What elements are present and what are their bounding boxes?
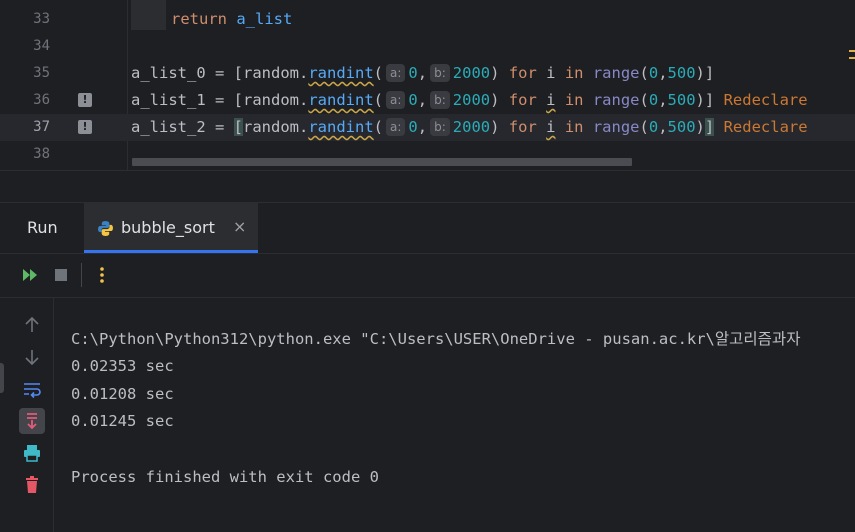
scroll-to-end-icon[interactable]	[20, 409, 44, 433]
code-text: a_list_1 = [random.randint(a: 0, b: 2000) f…	[131, 91, 808, 109]
warning-icon[interactable]: !	[78, 93, 92, 107]
left-edge-handle[interactable]	[0, 363, 4, 393]
param-hint-b: b:	[430, 118, 450, 136]
code-editor[interactable]: 33 return a_list 34 35 a_list_0 = [rando…	[0, 0, 855, 170]
line-number: 38	[33, 146, 50, 162]
code-line-37[interactable]: 37 ! a_list_2 = [random.randint(a: 0, b: 20…	[0, 114, 855, 141]
console-output-line: 0.01245 sec	[71, 412, 174, 431]
code-text: return a_list	[171, 10, 293, 28]
param-hint-a: a:	[386, 118, 406, 136]
indent-guide-block	[131, 0, 166, 30]
horizontal-scrollbar[interactable]	[132, 158, 632, 166]
run-toolbar	[0, 253, 855, 298]
code-line-36[interactable]: 36 ! a_list_1 = [random.randint(a: 0, b: 20…	[0, 87, 855, 114]
scroll-down-icon[interactable]	[20, 345, 44, 369]
run-panel-title: Run	[27, 218, 58, 237]
matched-bracket: [	[233, 118, 243, 136]
more-options-icon[interactable]	[92, 265, 112, 285]
tab-label: bubble_sort	[121, 218, 215, 237]
param-hint-b: b:	[430, 64, 450, 82]
clear-all-icon[interactable]	[20, 473, 44, 497]
tab-bubble-sort[interactable]: bubble_sort ×	[84, 203, 258, 253]
console-output-line: 0.02353 sec	[71, 357, 174, 376]
code-text: a_list_0 = [random.randint(a: 0, b: 2000) f…	[131, 64, 715, 82]
redeclare-hint[interactable]: Redeclare	[724, 118, 808, 136]
console-output[interactable]: C:\Python\Python312\python.exe "C:\Users…	[71, 298, 800, 491]
console-exit-line: Process finished with exit code 0	[71, 467, 379, 486]
soft-wrap-icon[interactable]	[20, 377, 44, 401]
param-hint-b: b:	[430, 91, 450, 109]
run-tool-window: Run bubble_sort × C:\Python\Python312\py…	[0, 202, 855, 532]
toolbar-separator	[81, 263, 82, 287]
scroll-up-icon[interactable]	[20, 313, 44, 337]
rerun-icon[interactable]	[20, 265, 40, 285]
line-number: 36	[33, 92, 50, 108]
code-line-35[interactable]: 35 a_list_0 = [random.randint(a: 0, b: 2000…	[0, 60, 855, 87]
line-number: 35	[33, 65, 50, 81]
error-stripe-marker[interactable]	[849, 50, 855, 59]
stop-icon[interactable]	[51, 265, 71, 285]
line-number: 33	[33, 11, 50, 27]
line-number: 34	[33, 38, 50, 54]
code-line-33[interactable]: 33 return a_list	[0, 0, 855, 33]
warning-icon[interactable]: !	[78, 120, 92, 134]
param-hint-a: a:	[386, 91, 406, 109]
code-text: a_list_2 = [random.randint(a: 0, b: 2000) f…	[131, 118, 808, 136]
console-command-line: C:\Python\Python312\python.exe "C:\Users…	[71, 329, 801, 348]
redeclare-hint[interactable]: Redeclare	[724, 91, 808, 109]
console-output-line: 0.01208 sec	[71, 384, 174, 403]
panel-divider[interactable]	[0, 170, 855, 203]
code-line-34[interactable]: 34	[0, 33, 855, 60]
print-icon[interactable]	[20, 441, 44, 465]
param-hint-a: a:	[386, 64, 406, 82]
run-tab-bar: Run bubble_sort ×	[0, 203, 855, 254]
line-number: 37	[33, 119, 50, 135]
python-icon	[98, 221, 113, 236]
close-icon[interactable]: ×	[233, 217, 246, 236]
console-side-toolbar	[0, 298, 54, 532]
matched-bracket: ]	[704, 118, 715, 136]
